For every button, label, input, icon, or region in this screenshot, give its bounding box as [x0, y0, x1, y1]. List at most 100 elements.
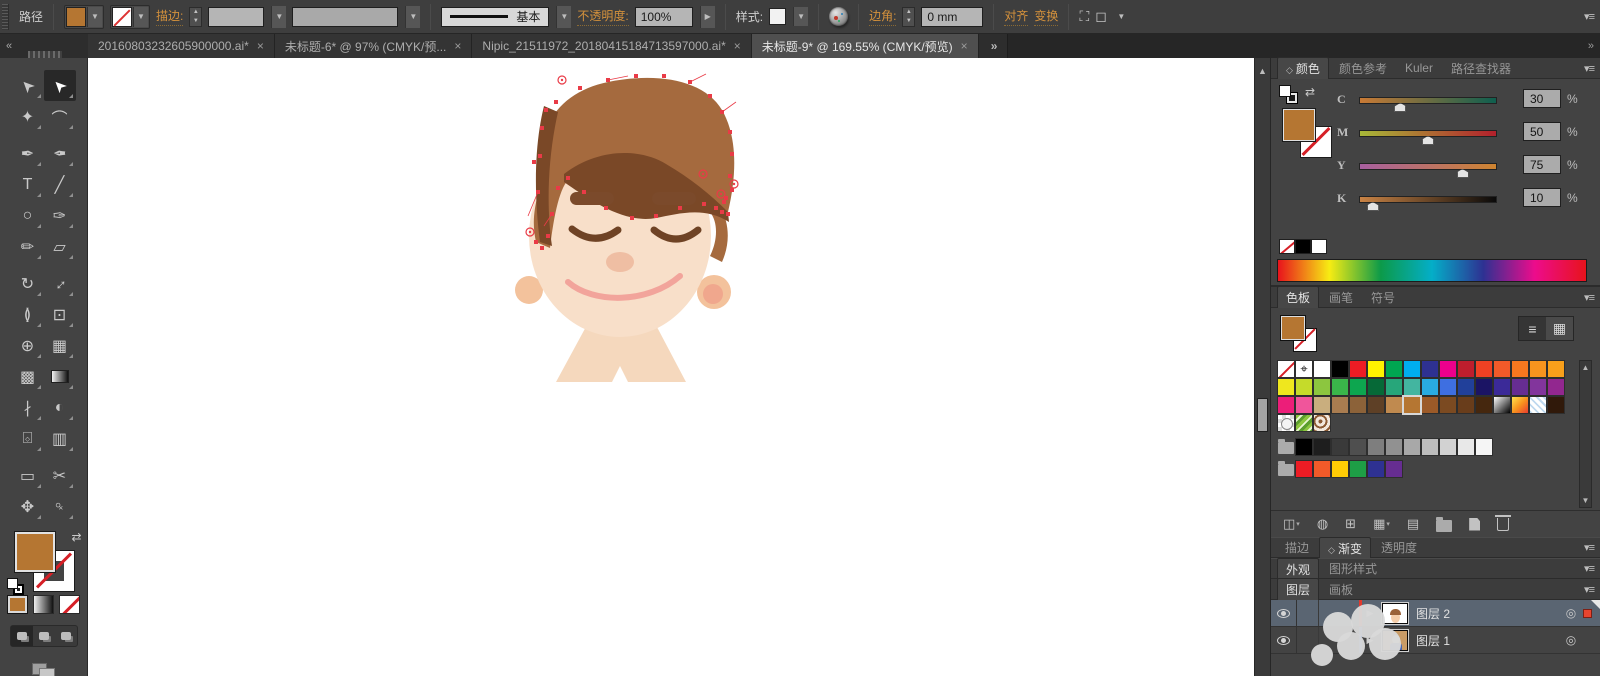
color-themes-icon[interactable]: ◍ [1317, 516, 1328, 532]
slider-track[interactable] [1359, 196, 1497, 203]
panel-menu-icon[interactable]: ▾≡ [1584, 583, 1595, 596]
canvas[interactable] [88, 58, 1254, 676]
mesh-tool[interactable]: ▩ [12, 361, 44, 392]
scroll-up-icon[interactable]: ▲ [1255, 66, 1270, 76]
panel-menu-icon[interactable]: ▾≡ [1584, 541, 1595, 554]
recolor-artwork-icon[interactable] [829, 7, 849, 26]
swatch-options-icon[interactable]: ▤ [1407, 516, 1419, 532]
swatch[interactable] [1403, 438, 1421, 456]
step-up-icon[interactable]: ▲ [190, 8, 201, 17]
control-bar-grip[interactable] [2, 3, 9, 30]
pencil-tool[interactable]: ✏ [12, 231, 44, 262]
color-tab-Kuler[interactable]: Kuler [1397, 59, 1441, 77]
document-tab[interactable]: Nipic_21511972_20180415184713597000.ai* × [472, 34, 752, 58]
tab-close-icon[interactable]: × [454, 39, 461, 53]
opacity-field[interactable]: 100% [634, 6, 693, 27]
collapse-tools-dock-icon[interactable]: « [6, 40, 12, 52]
swatch[interactable] [1493, 360, 1511, 378]
canvas-vertical-scrollbar[interactable]: ▲ [1254, 58, 1270, 676]
style-swatch[interactable] [769, 8, 787, 25]
swatch[interactable] [1331, 396, 1349, 414]
fill-color-dropdown[interactable]: ▼ [64, 4, 105, 29]
swatch[interactable] [1511, 396, 1529, 414]
fill-stroke-indicator[interactable] [1281, 316, 1317, 352]
chevron-down-icon[interactable]: ▼ [556, 5, 572, 28]
swatch[interactable] [1439, 438, 1457, 456]
collapse-dock-icon[interactable]: » [1588, 40, 1594, 52]
swatch[interactable] [1529, 360, 1547, 378]
scroll-down-icon[interactable]: ▼ [1580, 496, 1591, 505]
swatch[interactable] [1421, 360, 1439, 378]
swatch[interactable] [1385, 438, 1403, 456]
lasso-tool[interactable]: ⌒ [44, 101, 76, 132]
strip-tab-描边[interactable]: 描边 [1277, 537, 1317, 558]
layer-name[interactable]: 图层 2 [1416, 605, 1561, 622]
curvature-pen-tool[interactable]: ✒ [44, 138, 76, 169]
value-field[interactable]: 50 [1523, 122, 1561, 141]
tab-overflow-icon[interactable]: » [979, 34, 1008, 58]
swatch[interactable] [1421, 378, 1439, 396]
chevron-right-icon[interactable]: ▶ [699, 5, 715, 28]
swatches-tab-符号[interactable]: 符号 [1363, 287, 1403, 308]
control-panel-menu-icon[interactable]: ▾≡ [1584, 10, 1595, 23]
align-link[interactable]: 对齐 [1004, 7, 1029, 26]
swatch[interactable] [1295, 396, 1313, 414]
none-swatch[interactable] [1277, 360, 1295, 378]
width-tool[interactable]: ≬ [12, 299, 44, 330]
direct-selection-tool[interactable]: ➤ [43, 70, 76, 101]
swatch[interactable] [1457, 378, 1475, 396]
layer-row[interactable]: ▶图层 2◎ [1271, 600, 1600, 627]
swatch[interactable] [1367, 438, 1385, 456]
color-group-folder-icon[interactable] [1277, 460, 1295, 478]
swatch-kinds-menu-icon[interactable]: ⊞ [1345, 516, 1356, 532]
color-tab-颜色[interactable]: ◇ 颜色 [1277, 57, 1329, 79]
swatch-libraries-menu-icon[interactable]: ◫ ▾ [1283, 516, 1300, 532]
swatch[interactable] [1331, 360, 1349, 378]
swatch[interactable] [1277, 378, 1295, 396]
gradient-tool[interactable] [44, 361, 76, 392]
slider-track[interactable] [1359, 130, 1497, 137]
strip-tab-渐变[interactable]: ◇ 渐变 [1319, 536, 1371, 559]
panel-toggle-icon[interactable]: ◇ [1286, 65, 1293, 75]
chevron-down-icon[interactable]: ▼ [1114, 9, 1129, 25]
fill-color-swatch[interactable] [66, 6, 87, 27]
scale-tool[interactable]: ↔ [44, 268, 76, 299]
shape-builder-tool[interactable]: ⊕ [12, 330, 44, 361]
color-tab-路径查找器[interactable]: 路径查找器 [1443, 58, 1519, 79]
swatch[interactable] [1295, 438, 1313, 456]
swatch[interactable] [1385, 360, 1403, 378]
swatch[interactable] [1529, 378, 1547, 396]
corner-label[interactable]: 边角: [869, 7, 897, 26]
line-segment-tool[interactable]: ╱ [44, 169, 76, 200]
pen-tool[interactable]: ✒ [12, 138, 44, 169]
paintbrush-tool[interactable]: ✑ [44, 200, 76, 231]
target-icon[interactable]: ◎ [1561, 606, 1581, 620]
panel-toggle-icon[interactable]: ◇ [1328, 545, 1335, 555]
swatch[interactable] [1313, 460, 1331, 478]
face-artwork[interactable] [508, 66, 748, 396]
swatch[interactable] [1547, 396, 1565, 414]
swatch[interactable] [1313, 396, 1331, 414]
corner-stepper[interactable]: ▲ ▼ [902, 6, 916, 27]
swatch[interactable] [1475, 396, 1493, 414]
column-graph-tool[interactable]: ▥ [44, 423, 76, 454]
registration-swatch[interactable]: ⌖ [1295, 360, 1313, 378]
artboard-tool[interactable]: ▭ [12, 460, 44, 491]
swatch[interactable] [1457, 360, 1475, 378]
document-tab[interactable]: 未标题-9* @ 169.55% (CMYK/预览) × [751, 34, 979, 58]
swatches-tab-色板[interactable]: 色板 [1277, 286, 1320, 308]
step-down-icon[interactable]: ▼ [903, 17, 914, 26]
pattern-swatch[interactable] [1295, 414, 1313, 432]
stroke-weight-stepper[interactable]: ▲ ▼ [189, 6, 203, 27]
symbol-sprayer-tool[interactable]: ⌺ [12, 423, 44, 454]
lock-toggle[interactable] [1297, 600, 1319, 626]
swatch[interactable] [1367, 460, 1385, 478]
panel-menu-icon[interactable]: ▾≡ [1584, 291, 1595, 304]
list-view-menu-icon[interactable]: ▦ ▾ [1373, 516, 1390, 532]
panel-menu-icon[interactable]: ▾≡ [1584, 562, 1595, 575]
swatch[interactable] [1402, 395, 1422, 415]
swap-fill-stroke-icon[interactable]: ⇄ [71, 530, 81, 544]
variable-width-profile-field[interactable] [292, 6, 399, 27]
slider-thumb[interactable] [1366, 202, 1379, 211]
chevron-down-icon[interactable]: ▼ [133, 6, 149, 27]
